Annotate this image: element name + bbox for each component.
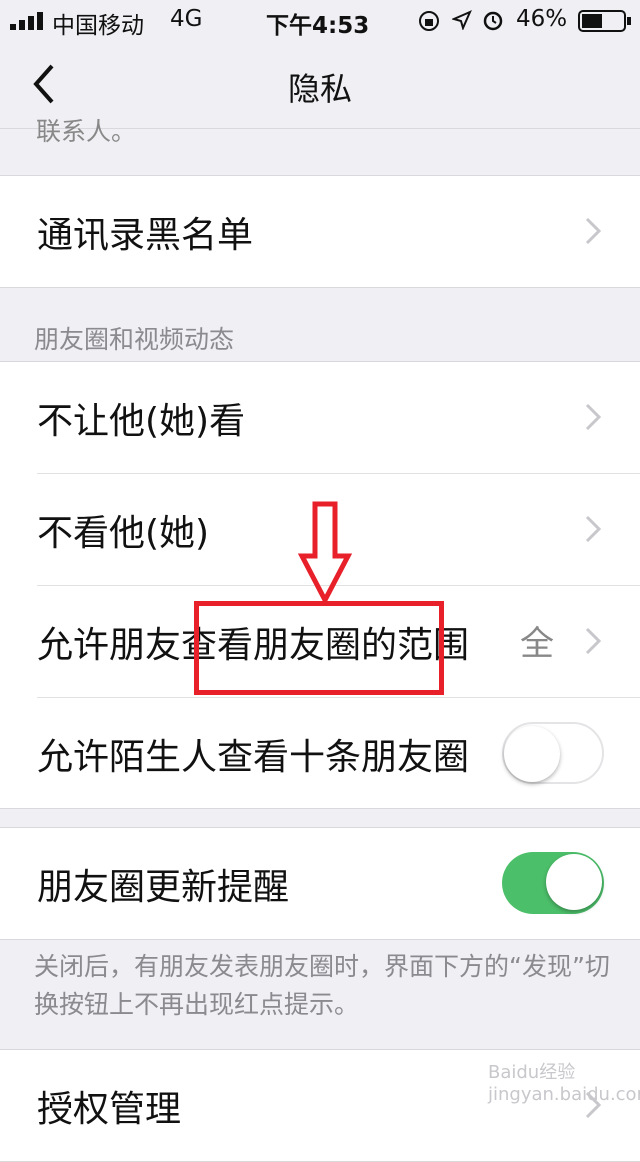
annotation-down-arrow-icon (298, 501, 352, 604)
chevron-right-icon (585, 627, 601, 655)
hide-moments-from-row[interactable]: 不让他(她)看 (0, 362, 640, 473)
location-icon (452, 10, 472, 30)
blacklist-section: 通讯录黑名单 (0, 175, 640, 288)
status-bar: 中国移动 4G 下午4:53 46% (0, 0, 640, 40)
moments-update-toggle[interactable] (502, 852, 604, 914)
row-label: 通讯录黑名单 (37, 215, 254, 256)
toggle-knob (504, 726, 560, 782)
chevron-right-icon (585, 515, 601, 543)
stranger-view-toggle[interactable] (502, 722, 604, 784)
row-label: 朋友圈更新提醒 (37, 867, 290, 908)
page-title: 隐私 (287, 70, 352, 108)
row-label: 允许陌生人查看十条朋友圈 (37, 737, 470, 778)
moments-update-section: 朋友圈更新提醒 (0, 827, 640, 940)
annotation-highlight-box (194, 601, 444, 695)
section-footer-note: 联系人。 (36, 117, 137, 146)
chevron-right-icon (585, 217, 601, 245)
battery-icon (578, 10, 631, 32)
section-header: 朋友圈和视频动态 (34, 325, 235, 354)
row-label: 不让他(她)看 (37, 401, 246, 442)
clock-label: 下午4:53 (266, 13, 370, 39)
moments-update-note: 关闭后，有朋友发表朋友圈时，界面下方的“发现”切换按钮上不再出现红点提示。 (34, 952, 610, 1019)
battery-percent: 46% (516, 6, 568, 32)
row-value: 全 (520, 624, 554, 664)
watermark-logo: Baidu经验 jingyan.baidu.com (488, 1062, 640, 1105)
carrier-label: 中国移动 (52, 13, 144, 39)
row-label: 不看他(她) (37, 513, 210, 554)
chevron-right-icon (585, 403, 601, 431)
orientation-lock-icon (419, 11, 439, 31)
signal-icon (10, 12, 43, 30)
toggle-knob (546, 854, 602, 910)
network-label: 4G (170, 6, 203, 32)
contacts-blacklist-row[interactable]: 通讯录黑名单 (0, 176, 640, 287)
row-label: 授权管理 (37, 1089, 182, 1130)
moments-update-row: 朋友圈更新提醒 (0, 828, 640, 939)
alarm-icon (483, 11, 503, 31)
stranger-view-row: 允许陌生人查看十条朋友圈 (0, 698, 640, 809)
